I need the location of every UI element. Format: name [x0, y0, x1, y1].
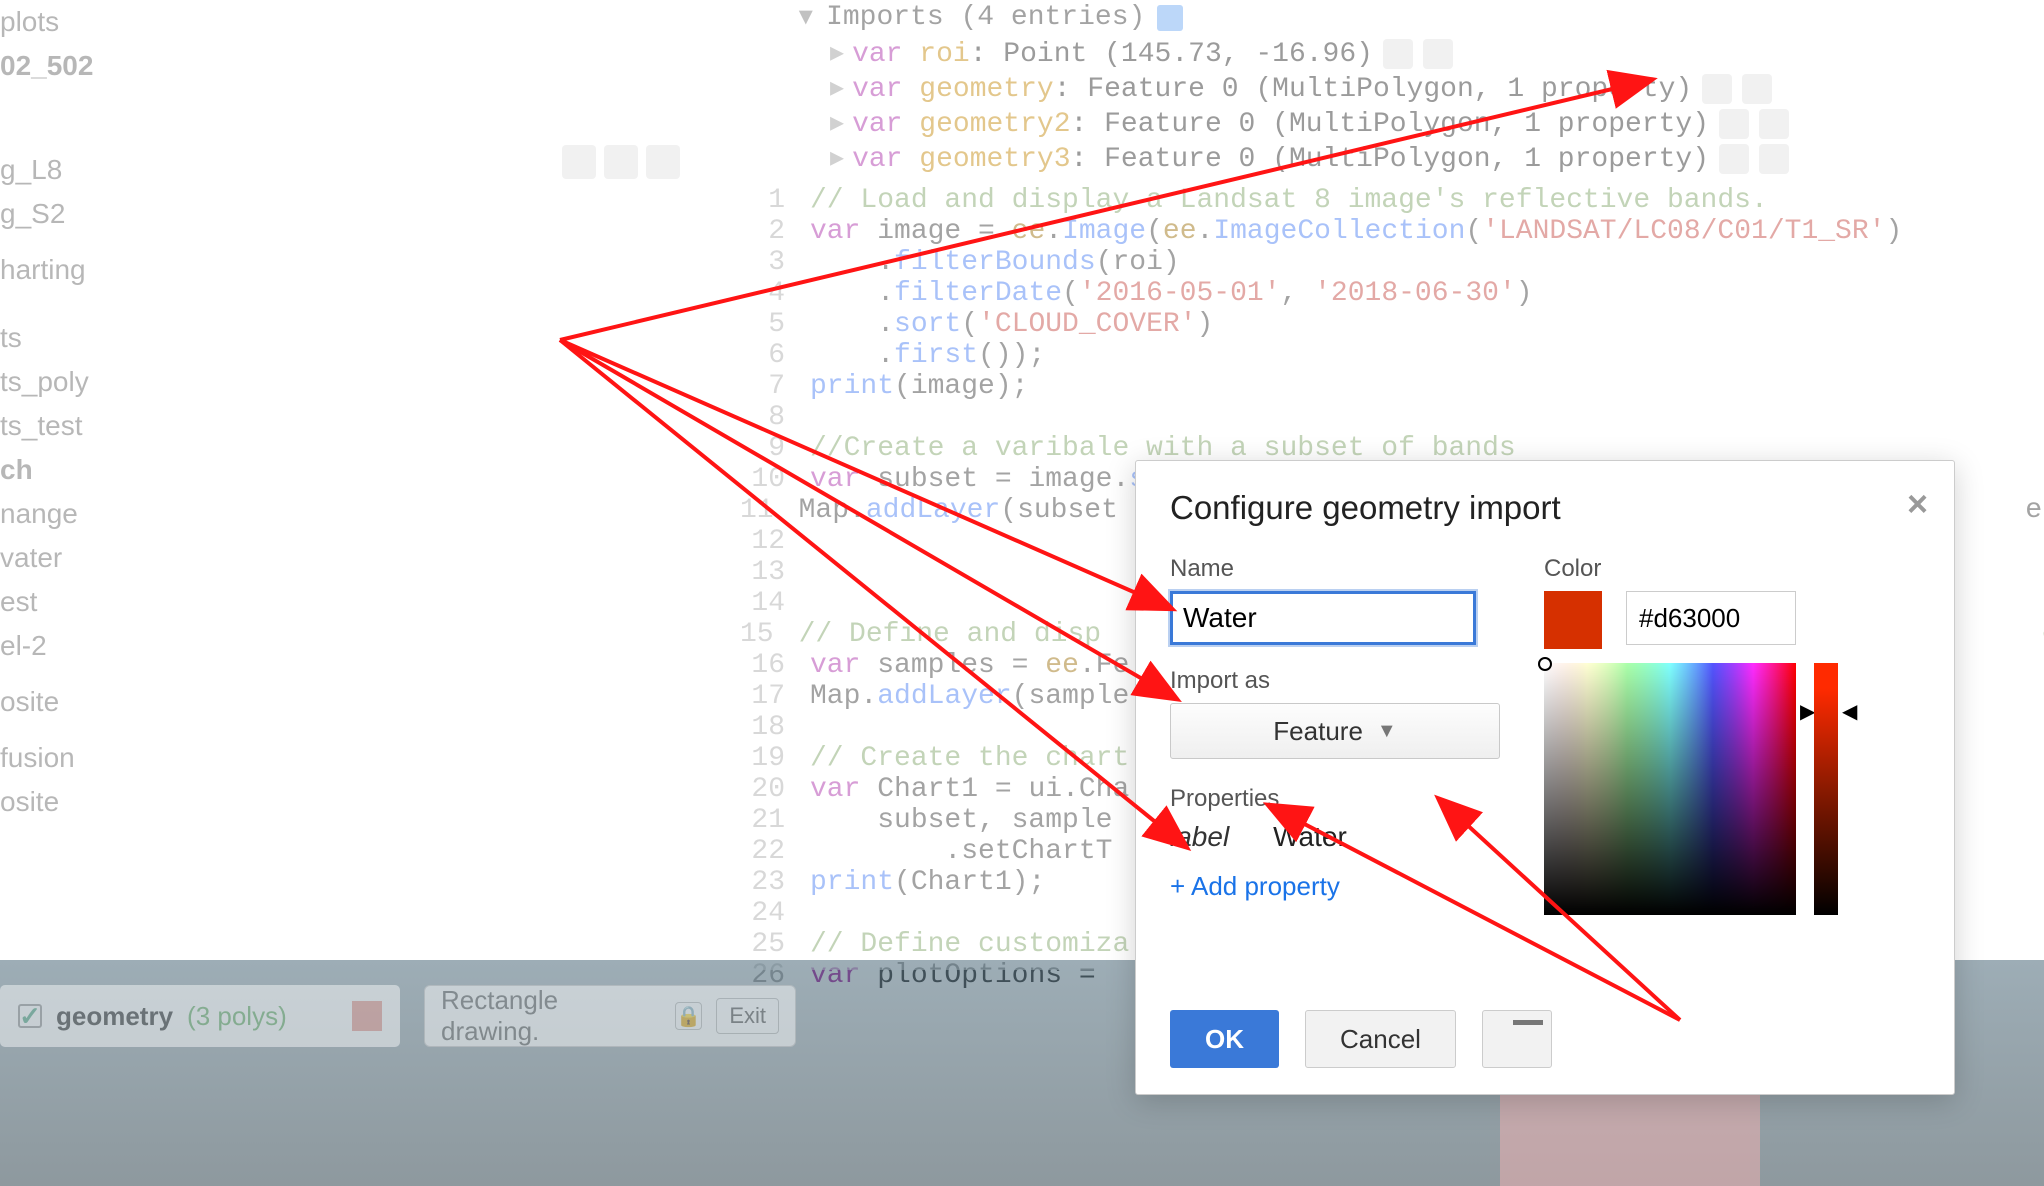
- sidebar-item[interactable]: el-2: [0, 624, 700, 668]
- exit-drawing-button[interactable]: Exit: [716, 998, 779, 1034]
- color-hue-slider[interactable]: [1814, 663, 1838, 915]
- script-sidebar: plots 02_502 g_L8g_S2harting tsts_polyts_…: [0, 0, 700, 960]
- gear-icon[interactable]: [1702, 74, 1732, 104]
- hue-indicator-icon: ◀: [1842, 699, 1857, 724]
- lock-icon[interactable]: 🔒: [675, 1002, 702, 1030]
- sidebar-item[interactable]: vater: [0, 536, 700, 580]
- code-line[interactable]: 3 .filterBounds(roi): [740, 247, 2040, 278]
- property-row[interactable]: label Water: [1170, 821, 1500, 853]
- import-as-value: Feature: [1273, 716, 1363, 747]
- sidebar-top-2: 02_502: [0, 44, 700, 88]
- drawing-mode-text: Rectangle drawing.: [441, 985, 647, 1047]
- code-line[interactable]: 4 .filterDate('2016-05-01', '2018-06-30'…: [740, 278, 2040, 309]
- sidebar-item[interactable]: [0, 668, 700, 680]
- gear-icon[interactable]: [1719, 109, 1749, 139]
- code-line[interactable]: 8: [740, 402, 2040, 433]
- delete-icon[interactable]: [646, 145, 680, 179]
- color-label: Color: [1544, 555, 1920, 583]
- ok-button[interactable]: OK: [1170, 1010, 1279, 1068]
- target-icon[interactable]: [1759, 109, 1789, 139]
- sidebar-item[interactable]: g_L8: [0, 148, 700, 192]
- code-line[interactable]: 5 .sort('CLOUD_COVER'): [740, 309, 2040, 340]
- sidebar-item[interactable]: g_S2: [0, 192, 700, 236]
- delete-button[interactable]: [1482, 1010, 1552, 1068]
- sidebar-item[interactable]: est: [0, 580, 700, 624]
- add-property-link[interactable]: + Add property: [1170, 871, 1500, 902]
- sidebar-item[interactable]: ts: [0, 316, 700, 360]
- sidebar-item[interactable]: osite: [0, 780, 700, 824]
- checkbox-icon[interactable]: ✓: [18, 1004, 42, 1028]
- chevron-down-icon: ▸: [790, 10, 825, 24]
- sidebar-item[interactable]: harting: [0, 248, 700, 292]
- color-picker-sv[interactable]: [1544, 663, 1796, 915]
- sidebar-item[interactable]: [0, 724, 700, 736]
- sidebar-item[interactable]: ts_test: [0, 404, 700, 448]
- chevron-down-icon: ▼: [1377, 720, 1397, 743]
- target-icon[interactable]: [1759, 144, 1789, 174]
- color-hex-input[interactable]: [1626, 591, 1796, 645]
- sidebar-item[interactable]: osite: [0, 680, 700, 724]
- gear-icon[interactable]: [1719, 144, 1749, 174]
- sidebar-item[interactable]: [0, 304, 700, 316]
- import-line[interactable]: ▸var roi: Point (145.73, -16.96): [800, 35, 2040, 70]
- imports-header-text: Imports (4 entries): [826, 2, 1145, 33]
- imports-header[interactable]: ▸ Imports (4 entries): [800, 0, 2040, 35]
- geometry-chip-count: (3 polys): [187, 1001, 287, 1032]
- color-swatch: [1544, 591, 1602, 649]
- code-line[interactable]: 6 .first());: [740, 340, 2040, 371]
- name-input[interactable]: [1170, 591, 1476, 645]
- import-as-label: Import as: [1170, 667, 1500, 695]
- sidebar-item[interactable]: nange: [0, 492, 700, 536]
- sidebar-item[interactable]: ch: [0, 448, 700, 492]
- name-label: Name: [1170, 555, 1500, 583]
- sidebar-item[interactable]: [0, 236, 700, 248]
- sidebar-item[interactable]: fusion: [0, 736, 700, 780]
- drawing-mode-pill: Rectangle drawing. 🔒 Exit: [424, 985, 796, 1047]
- imports-badge-icon: [1157, 5, 1183, 31]
- configure-geometry-dialog: Configure geometry import × Name Import …: [1135, 460, 1955, 1095]
- close-icon[interactable]: ×: [1907, 483, 1928, 525]
- sidebar-top-1: plots: [0, 0, 700, 44]
- import-as-select[interactable]: Feature ▼: [1170, 703, 1500, 759]
- dialog-title: Configure geometry import: [1170, 489, 1920, 527]
- edit-icon[interactable]: [604, 145, 638, 179]
- target-icon[interactable]: [1423, 39, 1453, 69]
- geometry-layer-chip[interactable]: ✓ geometry (3 polys): [0, 985, 400, 1047]
- import-line[interactable]: ▸var geometry3: Feature 0 (MultiPolygon,…: [800, 140, 2040, 175]
- property-key: label: [1170, 821, 1229, 853]
- sidebar-action-icons: [562, 145, 680, 179]
- sidebar-item[interactable]: ts_poly: [0, 360, 700, 404]
- gear-icon[interactable]: [1383, 39, 1413, 69]
- history-icon[interactable]: [562, 145, 596, 179]
- properties-label: Properties: [1170, 785, 1500, 813]
- color-picker-cursor: [1538, 657, 1552, 671]
- code-line[interactable]: 7print(image);: [740, 371, 2040, 402]
- import-line[interactable]: ▸var geometry: Feature 0 (MultiPolygon, …: [800, 70, 2040, 105]
- geometry-color-swatch: [352, 1001, 382, 1031]
- sidebar-item[interactable]: [0, 292, 700, 304]
- target-icon[interactable]: [1742, 74, 1772, 104]
- imports-block: ▸ Imports (4 entries) ▸var roi: Point (1…: [740, 0, 2040, 175]
- code-line[interactable]: 2var image = ee.Image(ee.ImageCollection…: [740, 216, 2040, 247]
- code-line[interactable]: 1// Load and display a Landsat 8 image's…: [740, 185, 2040, 216]
- geometry-chip-label: geometry: [56, 1001, 173, 1032]
- property-value: Water: [1273, 821, 1347, 853]
- import-line[interactable]: ▸var geometry2: Feature 0 (MultiPolygon,…: [800, 105, 2040, 140]
- cancel-button[interactable]: Cancel: [1305, 1010, 1456, 1068]
